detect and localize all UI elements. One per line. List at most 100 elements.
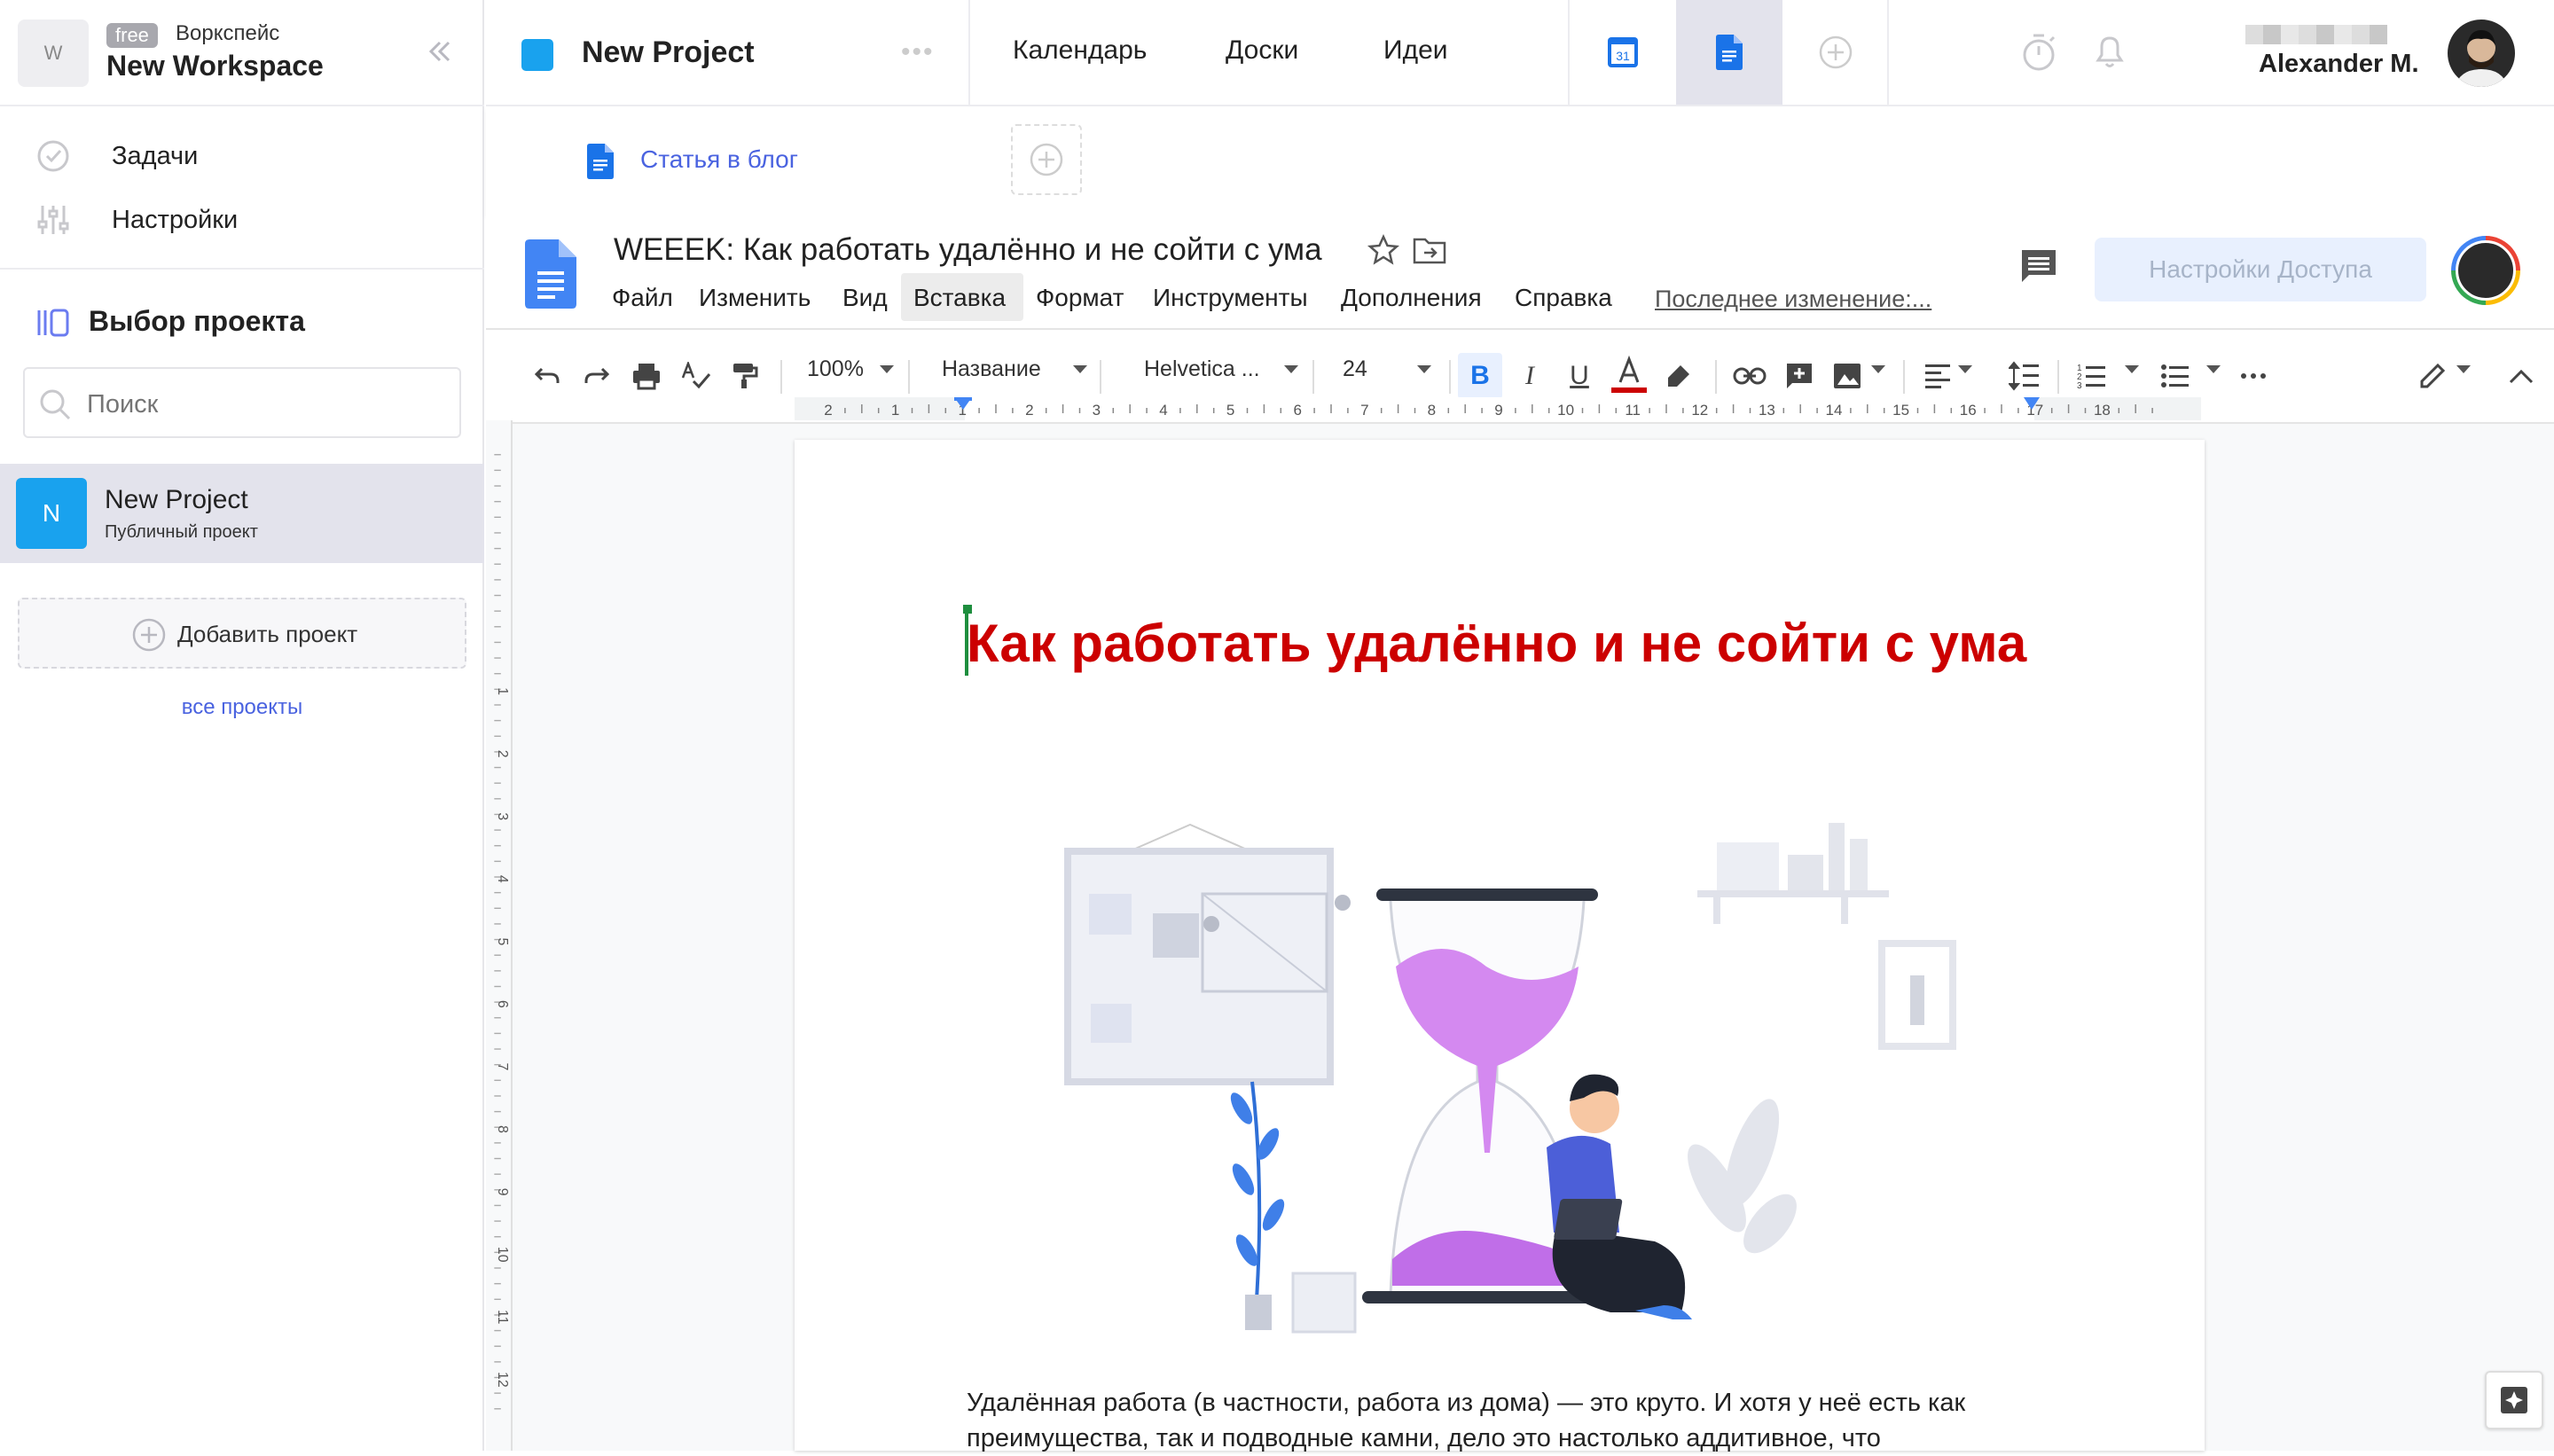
share-settings-button[interactable]: Настройки Доступа — [2095, 238, 2426, 301]
workspace-type-label: Воркспейс — [176, 21, 280, 45]
numbered-list-icon[interactable]: 123 — [2070, 353, 2114, 399]
chevron-down-icon[interactable] — [2206, 365, 2221, 373]
bold-button[interactable]: B — [1458, 353, 1502, 399]
menu-help[interactable]: Справка — [1515, 284, 1612, 312]
vertical-ruler[interactable]: 123456789101112 — [486, 420, 513, 1451]
chevron-down-icon[interactable] — [1284, 365, 1298, 373]
workspace-avatar[interactable]: W — [18, 20, 89, 87]
chevron-down-icon[interactable] — [1417, 365, 1431, 373]
document-heading[interactable]: Как работать удалённо и не сойти с ума — [967, 610, 2031, 677]
divider — [1715, 360, 1717, 394]
ruler-label: 1 — [495, 687, 510, 695]
account-avatar[interactable] — [2451, 236, 2520, 305]
divider — [2057, 360, 2059, 394]
menu-addons[interactable]: Дополнения — [1341, 284, 1482, 312]
add-comment-icon[interactable] — [1777, 353, 1821, 399]
user-avatar[interactable] — [2448, 20, 2515, 87]
ruler-label: 2 — [824, 402, 832, 419]
plus-circle-icon — [1030, 143, 1063, 176]
user-name[interactable]: Alexander M. — [2259, 50, 2419, 79]
add-project-button[interactable]: Добавить проект — [18, 598, 466, 669]
ruler-label: 2 — [495, 750, 510, 758]
project-title[interactable]: New Project — [582, 35, 755, 70]
chevron-down-icon[interactable] — [880, 365, 894, 373]
google-calendar-button[interactable]: 31 — [1570, 0, 1676, 105]
project-name: New Project — [105, 485, 248, 514]
text-color-button[interactable] — [1607, 353, 1651, 399]
project-list-item[interactable]: N New Project Публичный проект — [0, 464, 484, 563]
undo-icon[interactable] — [525, 353, 569, 399]
line-spacing-icon[interactable] — [2002, 353, 2047, 399]
collapse-toolbar-icon[interactable] — [2499, 353, 2543, 399]
project-search[interactable] — [23, 367, 461, 438]
paint-format-icon[interactable] — [722, 353, 766, 399]
ruler-label: 1 — [891, 402, 899, 419]
docs-logo-icon[interactable] — [525, 239, 576, 309]
plan-badge: free — [106, 23, 158, 48]
comment-icon[interactable] — [2018, 247, 2059, 287]
remote-work-illustration — [1064, 823, 1956, 1334]
bell-icon[interactable] — [2089, 30, 2130, 71]
search-input[interactable] — [87, 385, 442, 424]
print-icon[interactable] — [624, 353, 669, 399]
chevron-down-icon[interactable] — [1073, 365, 1087, 373]
zoom-select[interactable]: 100% — [807, 356, 864, 382]
menu-file[interactable]: Файл — [612, 284, 673, 312]
explore-button[interactable] — [2485, 1371, 2543, 1429]
ruler-label: 14 — [1826, 402, 1843, 419]
menu-insert[interactable]: Вставка — [913, 284, 1006, 312]
tab-blog-article[interactable]: Статья в блог — [640, 145, 798, 174]
collapse-sidebar-icon[interactable] — [424, 35, 456, 67]
add-document-button[interactable] — [1011, 124, 1082, 195]
more-options-icon[interactable] — [2231, 353, 2276, 399]
nav-ideas[interactable]: Идеи — [1383, 35, 1448, 66]
insert-image-icon[interactable] — [1825, 353, 1869, 399]
ruler-label: 12 — [1691, 402, 1708, 419]
sidebar-item-settings[interactable]: Настройки — [0, 192, 484, 248]
nav-boards[interactable]: Доски — [1226, 35, 1298, 66]
plus-circle-icon — [132, 618, 166, 652]
all-projects-link[interactable]: все проекты — [0, 695, 484, 720]
menu-edit[interactable]: Изменить — [699, 284, 811, 312]
spellcheck-icon[interactable] — [674, 353, 718, 399]
workspace-name[interactable]: New Workspace — [106, 50, 324, 82]
highlight-icon[interactable] — [1657, 353, 1701, 399]
ruler-label: 7 — [1360, 402, 1368, 419]
sidebar-item-tasks[interactable]: Задачи — [0, 128, 484, 184]
nav-calendar[interactable]: Календарь — [1013, 35, 1147, 66]
font-size-select[interactable]: 24 — [1343, 356, 1367, 382]
link-icon[interactable] — [1727, 353, 1772, 399]
chevron-down-icon[interactable] — [2456, 365, 2471, 373]
menu-view[interactable]: Вид — [842, 284, 888, 312]
horizontal-ruler[interactable]: 2 1 1 2 3 4 5 6 7 8 9 10 11 12 13 14 15 16 17 18 — [795, 397, 2201, 420]
editing-mode-icon[interactable] — [2410, 353, 2455, 399]
italic-button[interactable]: I — [1508, 353, 1552, 399]
more-icon[interactable]: ••• — [901, 37, 935, 67]
add-integration-button[interactable] — [1782, 0, 1889, 105]
ruler-label: 6 — [495, 1000, 510, 1008]
align-left-icon[interactable] — [1916, 353, 1960, 399]
star-icon[interactable] — [1366, 232, 1401, 268]
bullet-list-icon[interactable] — [2153, 353, 2198, 399]
menu-format[interactable]: Формат — [1036, 284, 1124, 312]
project-color-icon — [521, 39, 553, 71]
chevron-down-icon[interactable] — [2125, 365, 2139, 373]
font-family-select[interactable]: Helvetica ... — [1144, 356, 1260, 382]
underline-button[interactable]: U — [1557, 353, 1602, 399]
document-paragraph[interactable]: Удалённая работа (в частности, работа из… — [967, 1385, 2049, 1456]
timer-icon[interactable] — [2018, 32, 2059, 73]
redo-icon[interactable] — [575, 353, 619, 399]
document-title[interactable]: WEEEK: Как работать удалённо и не сойти … — [614, 232, 1322, 268]
chevron-down-icon[interactable] — [1958, 365, 1972, 373]
menu-tools[interactable]: Инструменты — [1153, 284, 1308, 312]
move-folder-icon[interactable] — [1412, 234, 1447, 266]
svg-text:3: 3 — [2077, 381, 2082, 390]
project-select-title: Выбор проекта — [89, 305, 305, 337]
chevron-down-icon[interactable] — [1871, 365, 1885, 373]
ruler-label: 10 — [1557, 402, 1574, 419]
paragraph-style-select[interactable]: Название — [942, 356, 1041, 382]
sidebar: W free Воркспейс New Workspace Задачи На… — [0, 0, 484, 1451]
google-docs-button[interactable] — [1676, 0, 1782, 105]
last-edit-link[interactable]: Последнее изменение:... — [1655, 286, 1931, 313]
workspace-header[interactable]: W free Воркспейс New Workspace — [0, 0, 484, 106]
